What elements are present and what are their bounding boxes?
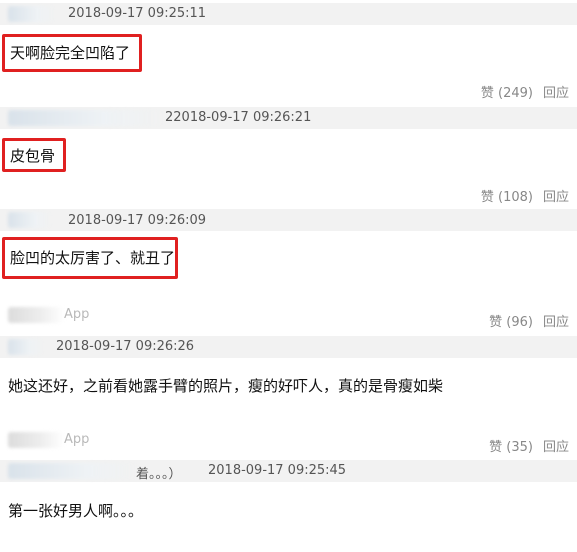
comment-timestamp: 2018-09-17 09:26:09 — [68, 213, 207, 228]
comment-actions: 赞 (96) 回应 — [489, 311, 569, 330]
comment-text: 第一张好男人啊。。。 — [8, 502, 144, 520]
reply-button[interactable]: 回应 — [543, 190, 569, 205]
comment-timestamp: 2018-09-17 09:26:26 — [56, 339, 195, 354]
like-button[interactable]: 赞 (249) — [481, 86, 533, 101]
avatar[interactable] — [8, 110, 166, 126]
avatar — [8, 307, 64, 323]
comment-username-suffix: 着。。。） — [136, 467, 182, 482]
like-button[interactable]: 赞 (35) — [489, 440, 533, 455]
comment-timestamp: 22018-09-17 09:26:21 — [165, 110, 312, 125]
reply-button[interactable]: 回应 — [543, 86, 569, 101]
comment-actions: 赞 (35) 回应 — [489, 436, 569, 455]
comment-text: 脸凹的太厉害了、就丑了 — [10, 249, 176, 267]
reply-button[interactable]: 回应 — [543, 315, 569, 330]
like-button[interactable]: 赞 (108) — [481, 190, 533, 205]
comment-timestamp: 2018-09-17 09:25:11 — [68, 6, 207, 21]
avatar[interactable] — [8, 6, 56, 22]
reply-button[interactable]: 回应 — [543, 440, 569, 455]
comment-text: 天啊脸完全凹陷了 — [10, 44, 131, 62]
comment-actions: 赞 (108) 回应 — [481, 186, 569, 205]
like-button[interactable]: 赞 (96) — [489, 315, 533, 330]
comment-text: 她这还好，之前看她露手臂的照片，瘦的好吓人，真的是骨瘦如柴 — [8, 377, 444, 395]
avatar[interactable] — [8, 212, 52, 228]
comment-source: App — [64, 432, 90, 447]
comment-actions: 赞 (249) 回应 — [481, 82, 569, 101]
avatar — [8, 432, 64, 448]
comment-source: App — [64, 307, 90, 322]
avatar[interactable] — [8, 339, 44, 355]
avatar[interactable] — [8, 463, 138, 479]
comment-text: 皮包骨 — [10, 147, 56, 165]
comment-timestamp: 2018-09-17 09:25:45 — [208, 463, 347, 478]
